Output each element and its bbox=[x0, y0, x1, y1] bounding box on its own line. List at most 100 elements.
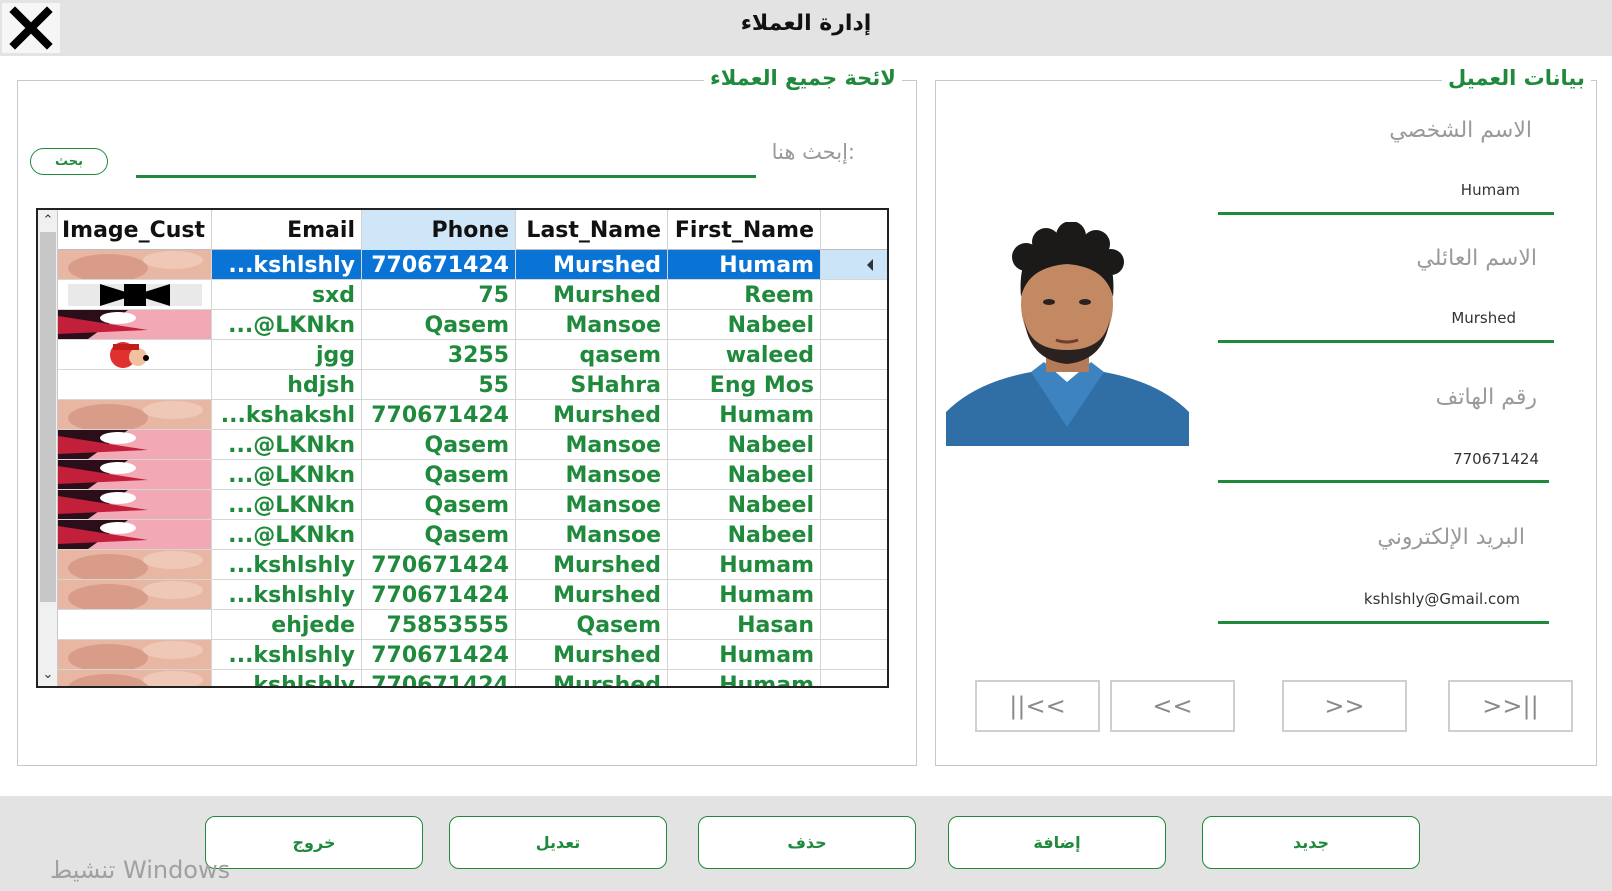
last-name-cell[interactable]: SHahra bbox=[516, 370, 668, 399]
phone-cell[interactable]: 770671424 bbox=[362, 250, 516, 279]
table-row[interactable]: ...@LKNkn Qasem Mansoe Nabeel bbox=[58, 460, 887, 490]
phone-cell[interactable]: 55 bbox=[362, 370, 516, 399]
customer-image-cell[interactable] bbox=[58, 370, 212, 399]
email-cell[interactable]: kshlshly bbox=[212, 670, 362, 686]
last-name-cell[interactable]: Murshed bbox=[516, 580, 668, 609]
table-row[interactable]: ...@LKNkn Qasem Mansoe Nabeel bbox=[58, 310, 887, 340]
add-button[interactable]: إضافة bbox=[948, 816, 1166, 869]
phone-cell[interactable]: Qasem bbox=[362, 520, 516, 549]
last-name-cell[interactable]: Murshed bbox=[516, 550, 668, 579]
email-cell[interactable]: ...@LKNkn bbox=[212, 430, 362, 459]
phone-cell[interactable]: Qasem bbox=[362, 430, 516, 459]
last-name-field[interactable]: Murshed bbox=[1256, 309, 1516, 327]
previous-record-button[interactable]: << bbox=[1110, 680, 1235, 732]
column-header-first-name[interactable]: First_Name bbox=[668, 210, 821, 250]
customer-image-cell[interactable] bbox=[58, 670, 212, 686]
scrollbar-thumb[interactable] bbox=[40, 232, 56, 602]
first-name-cell[interactable]: Nabeel bbox=[668, 430, 821, 459]
customer-image-cell[interactable] bbox=[58, 430, 212, 459]
first-name-cell[interactable]: Humam bbox=[668, 580, 821, 609]
first-name-cell[interactable]: waleed bbox=[668, 340, 821, 369]
row-header[interactable] bbox=[821, 370, 887, 399]
customer-image-cell[interactable] bbox=[58, 490, 212, 519]
last-name-cell[interactable]: Murshed bbox=[516, 280, 668, 309]
email-cell[interactable]: ...kshakshl bbox=[212, 400, 362, 429]
customer-image-cell[interactable] bbox=[58, 310, 212, 339]
phone-cell[interactable]: 75 bbox=[362, 280, 516, 309]
last-name-cell[interactable]: Murshed bbox=[516, 250, 668, 279]
phone-cell[interactable]: 3255 bbox=[362, 340, 516, 369]
phone-cell[interactable]: 770671424 bbox=[362, 550, 516, 579]
customer-image-cell[interactable] bbox=[58, 250, 212, 279]
first-name-cell[interactable]: Nabeel bbox=[668, 310, 821, 339]
email-field[interactable]: kshlshly@Gmail.com bbox=[1260, 590, 1520, 608]
row-header[interactable] bbox=[821, 310, 887, 339]
row-header[interactable] bbox=[821, 580, 887, 609]
edit-button[interactable]: تعديل bbox=[449, 816, 667, 869]
row-header[interactable] bbox=[821, 550, 887, 579]
search-input[interactable] bbox=[136, 175, 756, 178]
customer-image-cell[interactable] bbox=[58, 550, 212, 579]
next-record-button[interactable]: >> bbox=[1282, 680, 1407, 732]
email-cell[interactable]: ...@LKNkn bbox=[212, 490, 362, 519]
column-header-email[interactable]: Email bbox=[212, 210, 362, 250]
email-cell[interactable]: ...@LKNkn bbox=[212, 520, 362, 549]
email-cell[interactable]: ...kshlshly bbox=[212, 640, 362, 669]
column-header-image[interactable]: Image_Cust bbox=[58, 210, 212, 250]
email-cell[interactable]: ehjede bbox=[212, 610, 362, 639]
last-name-cell[interactable]: Mansoe bbox=[516, 520, 668, 549]
first-name-cell[interactable]: Nabeel bbox=[668, 520, 821, 549]
close-button[interactable] bbox=[2, 3, 60, 53]
email-cell[interactable]: hdjsh bbox=[212, 370, 362, 399]
first-name-field[interactable]: Humam bbox=[1260, 181, 1520, 199]
first-name-cell[interactable]: Humam bbox=[668, 640, 821, 669]
new-button[interactable]: جديد bbox=[1202, 816, 1420, 869]
phone-cell[interactable]: 75853555 bbox=[362, 610, 516, 639]
row-header[interactable] bbox=[821, 670, 887, 686]
customer-image-cell[interactable] bbox=[58, 340, 212, 369]
row-header[interactable] bbox=[821, 610, 887, 639]
vertical-scrollbar[interactable]: ⌃ ⌄ bbox=[38, 210, 58, 686]
row-header[interactable] bbox=[821, 400, 887, 429]
first-name-cell[interactable]: Nabeel bbox=[668, 460, 821, 489]
last-name-cell[interactable]: Mansoe bbox=[516, 490, 668, 519]
row-header[interactable] bbox=[821, 340, 887, 369]
email-cell[interactable]: ...kshlshly bbox=[212, 580, 362, 609]
customer-image-cell[interactable] bbox=[58, 460, 212, 489]
customer-image-cell[interactable] bbox=[58, 280, 212, 309]
customer-image-cell[interactable] bbox=[58, 580, 212, 609]
row-header[interactable] bbox=[821, 430, 887, 459]
scroll-up-icon[interactable]: ⌃ bbox=[38, 212, 58, 230]
email-cell[interactable]: sxd bbox=[212, 280, 362, 309]
row-header[interactable] bbox=[821, 280, 887, 309]
last-name-cell[interactable]: qasem bbox=[516, 340, 668, 369]
last-name-cell[interactable]: Mansoe bbox=[516, 430, 668, 459]
column-header-last-name[interactable]: Last_Name bbox=[516, 210, 668, 250]
first-name-cell[interactable]: Humam bbox=[668, 550, 821, 579]
email-cell[interactable]: ...kshlshly bbox=[212, 250, 362, 279]
customer-image-cell[interactable] bbox=[58, 520, 212, 549]
row-header[interactable] bbox=[821, 640, 887, 669]
customer-image-cell[interactable] bbox=[58, 610, 212, 639]
customer-image-cell[interactable] bbox=[58, 400, 212, 429]
last-name-cell[interactable]: Qasem bbox=[516, 610, 668, 639]
table-row[interactable]: ...@LKNkn Qasem Mansoe Nabeel bbox=[58, 520, 887, 550]
first-record-button[interactable]: ||<< bbox=[975, 680, 1100, 732]
exit-button[interactable]: خروج bbox=[205, 816, 423, 869]
table-row[interactable]: ...kshlshly 770671424 Murshed Humam bbox=[58, 250, 887, 280]
table-row[interactable]: ...kshlshly 770671424 Murshed Humam bbox=[58, 580, 887, 610]
phone-cell[interactable]: 770671424 bbox=[362, 640, 516, 669]
phone-cell[interactable]: 770671424 bbox=[362, 580, 516, 609]
table-row[interactable]: ehjede 75853555 Qasem Hasan bbox=[58, 610, 887, 640]
last-record-button[interactable]: >>|| bbox=[1448, 680, 1573, 732]
phone-cell[interactable]: Qasem bbox=[362, 490, 516, 519]
first-name-cell[interactable]: Humam bbox=[668, 250, 821, 279]
customer-image-cell[interactable] bbox=[58, 640, 212, 669]
row-header[interactable] bbox=[821, 520, 887, 549]
last-name-cell[interactable]: Murshed bbox=[516, 670, 668, 686]
first-name-cell[interactable]: Humam bbox=[668, 670, 821, 686]
first-name-cell[interactable]: Humam bbox=[668, 400, 821, 429]
table-row[interactable]: ...kshlshly 770671424 Murshed Humam bbox=[58, 640, 887, 670]
email-cell[interactable]: jgg bbox=[212, 340, 362, 369]
first-name-cell[interactable]: Reem bbox=[668, 280, 821, 309]
